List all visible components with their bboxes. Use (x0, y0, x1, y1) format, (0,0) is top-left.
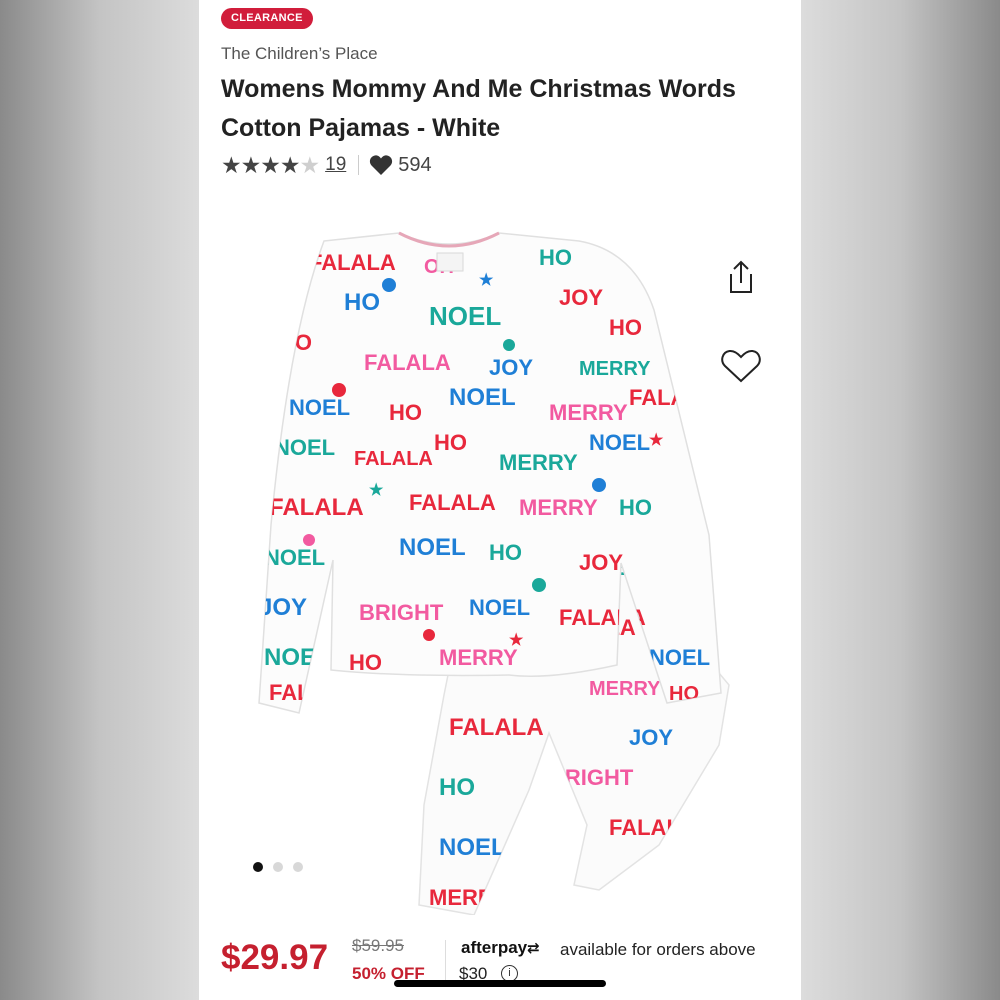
print-word: HO (279, 330, 312, 355)
print-word: MERRY (579, 358, 651, 380)
afterpay-arrows-icon: ⇄ (527, 940, 540, 957)
product-title: Womens Mommy And Me Christmas Words Cott… (221, 75, 736, 142)
print-word: HO (619, 495, 652, 520)
print-word: HO (344, 289, 380, 316)
print-word: NOEL (264, 644, 331, 671)
afterpay-text: available for orders above (560, 940, 756, 959)
print-word: FALALA (449, 714, 544, 741)
print-word: FALALA (309, 250, 396, 275)
carousel-dot[interactable] (273, 862, 283, 872)
heart-filled-icon (370, 155, 393, 175)
print-word: MERRY (429, 885, 508, 910)
print-word: NOEL (449, 384, 516, 411)
svg-text:★: ★ (649, 432, 664, 449)
print-word: MERRY (549, 400, 628, 425)
star-icon: ★ (221, 151, 242, 178)
print-word: JOY (629, 725, 673, 750)
print-word: MERRY (519, 495, 598, 520)
print-word: HO (439, 774, 475, 801)
print-word: FALALA (629, 385, 716, 410)
divider (358, 155, 360, 175)
print-word: HO (489, 540, 522, 565)
review-count-link[interactable]: 19 (325, 154, 346, 176)
print-word: MERRY (499, 450, 578, 475)
star-icon: ★ (279, 151, 301, 178)
print-word: HO (609, 315, 642, 340)
carousel-dot[interactable] (293, 862, 303, 872)
print-word: HO (539, 245, 572, 270)
print-word: FALALA (269, 680, 356, 705)
print-word: JOY (259, 594, 307, 621)
print-word: FALALA (409, 490, 496, 515)
print-word: NOEL (649, 645, 710, 670)
carousel-dot-active[interactable] (253, 862, 263, 872)
print-word: JOY (579, 550, 623, 575)
print-word: MERRY (439, 645, 518, 670)
print-word: JOY (559, 285, 603, 310)
print-word: FALALA (269, 494, 364, 521)
print-word: NOEL (289, 395, 350, 420)
print-word: JOY (489, 355, 533, 380)
favorites-count: 594 (398, 153, 432, 176)
print-word: FALALA (609, 815, 696, 840)
wishlist-button[interactable] (719, 344, 763, 388)
print-word: NOEL (264, 545, 325, 570)
print-word: HO (434, 430, 467, 455)
print-word: NOEL (589, 430, 650, 455)
print-word: HO (349, 650, 382, 675)
neck-label (436, 252, 464, 272)
clearance-badge: CLEARANCE (221, 8, 313, 29)
print-word: NOEL (439, 834, 506, 861)
print-word: MERRY (589, 678, 661, 700)
heart-outline-icon (721, 349, 761, 383)
star-icon: ★ (240, 151, 262, 178)
svg-text:★: ★ (509, 632, 524, 649)
svg-text:★: ★ (369, 482, 384, 499)
product-image[interactable]: HO MERRY FALALA NOEL JOY FALALA NOEL MER… (249, 225, 749, 915)
rating-row: ★ ★ ★ ★ ★ 19 594 (221, 150, 432, 180)
sale-price: $29.97 (221, 938, 329, 977)
share-button[interactable] (719, 256, 763, 300)
print-word: NOEL (429, 301, 501, 331)
print-word: NOEL (469, 595, 530, 620)
svg-text:★: ★ (479, 272, 494, 289)
price-divider (445, 940, 446, 980)
print-word: NOEL (399, 534, 466, 561)
brand-name[interactable]: The Children’s Place (221, 44, 378, 64)
home-indicator[interactable] (394, 980, 606, 987)
star-icon: ★ (260, 151, 281, 178)
print-word: HO (389, 400, 422, 425)
afterpay-logo: afterpay⇄ (461, 938, 540, 958)
image-carousel-dots (253, 862, 303, 872)
star-rating[interactable]: ★ ★ ★ ★ ★ (221, 151, 321, 179)
product-page: CLEARANCE The Children’s Place Womens Mo… (199, 0, 801, 1000)
print-word: BRIGHT (359, 600, 444, 625)
afterpay-logo-text: afterpay (461, 938, 528, 957)
original-price: $59.95 (352, 936, 404, 955)
share-icon (730, 260, 752, 293)
star-empty-icon: ★ (299, 151, 321, 178)
print-word: NOEL (274, 435, 335, 460)
print-word: FALALA (354, 448, 433, 470)
print-word: FALALA (364, 350, 451, 375)
print-word: BRIGHT (549, 765, 634, 790)
